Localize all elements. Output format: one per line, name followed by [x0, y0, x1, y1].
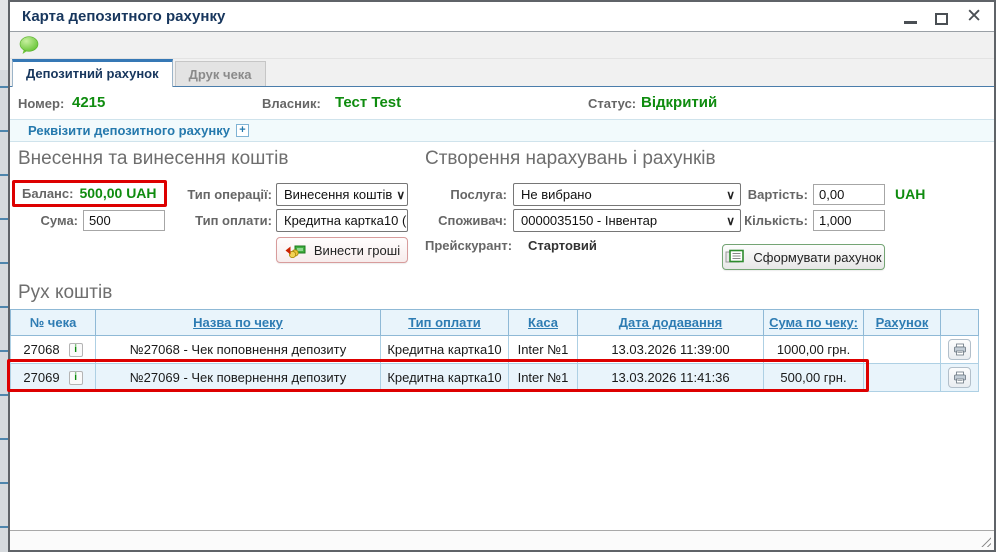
background-window-edge	[0, 0, 8, 552]
minimize-button[interactable]	[904, 9, 917, 25]
payment-type-select[interactable]: Кредитна картка10 ( ∨	[276, 209, 408, 232]
cell-actions	[941, 336, 979, 364]
operation-type-label: Тип операції:	[160, 187, 272, 202]
printer-icon	[953, 343, 967, 356]
tab-print-check[interactable]: Друк чека	[175, 61, 266, 86]
payment-type-label: Тип оплати:	[160, 213, 272, 228]
owner-label: Власник:	[262, 96, 321, 111]
col-cash-desk[interactable]: Каса	[509, 310, 578, 336]
table-header-row: № чека Назва по чеку Тип оплати Каса Дат…	[11, 310, 979, 336]
cell-amount: 500,00 грн.	[764, 364, 864, 392]
cell-check-number: 27068i	[11, 336, 96, 364]
quantity-label: Кількість:	[710, 213, 808, 228]
table-row[interactable]: 27069i №27069 - Чек повернення депозиту …	[11, 364, 979, 392]
screen: Карта депозитного рахунку ✕ Депозитни	[0, 0, 996, 552]
deposit-card-window: Карта депозитного рахунку ✕ Депозитни	[8, 0, 996, 552]
sum-label: Сума:	[18, 213, 78, 228]
info-icon[interactable]: i	[69, 343, 83, 357]
titlebar: Карта депозитного рахунку ✕	[10, 2, 994, 32]
consumer-label: Споживач:	[400, 213, 507, 228]
owner-value: Тест Test	[335, 94, 401, 111]
resize-grip[interactable]	[979, 535, 991, 547]
cost-label: Вартість:	[710, 187, 808, 202]
col-check-amount[interactable]: Сума по чеку:	[764, 310, 864, 336]
balance-highlight-annotation: Баланс: 500,00 UAH	[12, 180, 167, 207]
window-controls: ✕	[904, 9, 982, 25]
print-button[interactable]	[948, 339, 971, 360]
pricelist-value: Стартовий	[528, 238, 597, 253]
col-date-added[interactable]: Дата додавання	[578, 310, 764, 336]
withdraw-money-icon	[284, 243, 306, 258]
col-check-name[interactable]: Назва по чеку	[96, 310, 381, 336]
minimize-icon	[904, 21, 917, 24]
service-select[interactable]: Не вибрано ∨	[513, 183, 741, 206]
cell-payment-type: Кредитна картка10	[381, 364, 509, 392]
invoice-document-icon	[725, 249, 745, 265]
cell-check-number: 27069i	[11, 364, 96, 392]
requisites-bar: Реквізити депозитного рахунку +	[10, 119, 994, 142]
window-title: Карта депозитного рахунку	[22, 8, 225, 25]
tab-content: Номер: 4215 Власник: Тест Test Статус: В…	[10, 87, 994, 530]
create-invoice-button[interactable]: Сформувати рахунок	[722, 244, 885, 270]
close-button[interactable]: ✕	[966, 9, 982, 25]
col-actions	[941, 310, 979, 336]
charges-section-title: Створення нарахувань і рахунків	[425, 148, 716, 170]
tab-deposit-account[interactable]: Депозитний рахунок	[12, 59, 173, 87]
quantity-input[interactable]	[813, 210, 885, 231]
form-area: Внесення та винесення коштів Баланс: 500…	[10, 142, 994, 276]
maximize-icon	[935, 13, 948, 25]
col-check-number[interactable]: № чека	[11, 310, 96, 336]
cell-account	[864, 336, 941, 364]
cost-input[interactable]	[813, 184, 885, 205]
cell-account	[864, 364, 941, 392]
status-value: Відкритий	[641, 94, 717, 111]
info-icon[interactable]: i	[69, 371, 83, 385]
background-window-edge-top	[0, 0, 8, 70]
table-row[interactable]: 27068i №27068 - Чек поповнення депозиту …	[11, 336, 979, 364]
pricelist-label: Прейскурант:	[425, 238, 525, 253]
print-button[interactable]	[948, 367, 971, 388]
expand-plus-icon[interactable]: +	[236, 124, 249, 137]
cell-cash-desk: Inter №1	[509, 364, 578, 392]
balance-label: Баланс:	[22, 186, 73, 201]
consumer-select[interactable]: 0000035150 - Інвентар ∨	[513, 209, 741, 232]
account-summary: Номер: 4215 Власник: Тест Test Статус: В…	[10, 87, 994, 119]
cell-check-name: №27068 - Чек поповнення депозиту	[96, 336, 381, 364]
col-account[interactable]: Рахунок	[864, 310, 941, 336]
transactions-table: № чека Назва по чеку Тип оплати Каса Дат…	[10, 309, 979, 392]
service-label: Послуга:	[400, 187, 507, 202]
cell-amount: 1000,00 грн.	[764, 336, 864, 364]
printer-icon	[953, 371, 967, 384]
account-number-label: Номер:	[18, 96, 64, 111]
maximize-button[interactable]	[935, 9, 948, 25]
tabstrip: Депозитний рахунок Друк чека	[10, 59, 994, 87]
cell-date-added: 13.03.2026 11:39:00	[578, 336, 764, 364]
cell-payment-type: Кредитна картка10	[381, 336, 509, 364]
comment-balloon-icon[interactable]	[19, 36, 39, 55]
toolbar	[10, 32, 994, 59]
transactions-title: Рух коштів	[18, 282, 994, 304]
cell-check-name: №27069 - Чек повернення депозиту	[96, 364, 381, 392]
currency-label: UAH	[895, 186, 925, 202]
status-label: Статус:	[588, 96, 636, 111]
transactions-table-wrap: № чека Назва по чеку Тип оплати Каса Дат…	[10, 309, 978, 392]
requisites-link[interactable]: Реквізити депозитного рахунку	[28, 123, 230, 138]
account-number-value: 4215	[72, 94, 105, 111]
operation-type-select[interactable]: Винесення коштів ∨	[276, 183, 408, 206]
col-payment-type[interactable]: Тип оплати	[381, 310, 509, 336]
funds-section-title: Внесення та винесення коштів	[18, 148, 288, 170]
sum-input[interactable]	[83, 210, 165, 231]
status-bar	[10, 530, 994, 550]
cell-actions	[941, 364, 979, 392]
close-icon: ✕	[966, 9, 982, 25]
withdraw-money-button[interactable]: Винести гроші	[276, 237, 408, 263]
cell-cash-desk: Inter №1	[509, 336, 578, 364]
balance-value: 500,00 UAH	[79, 185, 156, 201]
cell-date-added: 13.03.2026 11:41:36	[578, 364, 764, 392]
